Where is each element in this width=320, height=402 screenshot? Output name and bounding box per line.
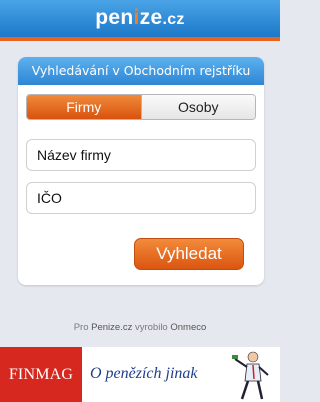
penize-logo[interactable]: penize.cz [95, 5, 184, 33]
person-figure-icon [232, 351, 269, 400]
app-header: penize.cz [0, 0, 280, 37]
ad-banner[interactable]: FINMAG O penězích jinak [0, 347, 280, 402]
tab-osoby[interactable]: Osoby [140, 95, 255, 119]
banner-slogan: O penězích jinak [90, 365, 198, 382]
panel-title: Vyhledávání v Obchodním rejstříku [18, 57, 264, 85]
footer-site: Penize.cz [91, 322, 133, 333]
finmag-logo: FINMAG [0, 347, 82, 402]
tab-firmy[interactable]: Firmy [27, 95, 141, 119]
search-button[interactable]: Vyhledat [134, 238, 244, 270]
header-stripe [0, 37, 280, 41]
ico-input[interactable]: IČO [26, 182, 256, 214]
footer-company: Onmeco [170, 322, 207, 333]
company-name-input[interactable]: Název firmy [26, 139, 256, 171]
search-type-toggle: Firmy Osoby [26, 94, 256, 120]
footer-credit: Pro Penize.cz vyrobilo Onmeco [73, 322, 207, 333]
